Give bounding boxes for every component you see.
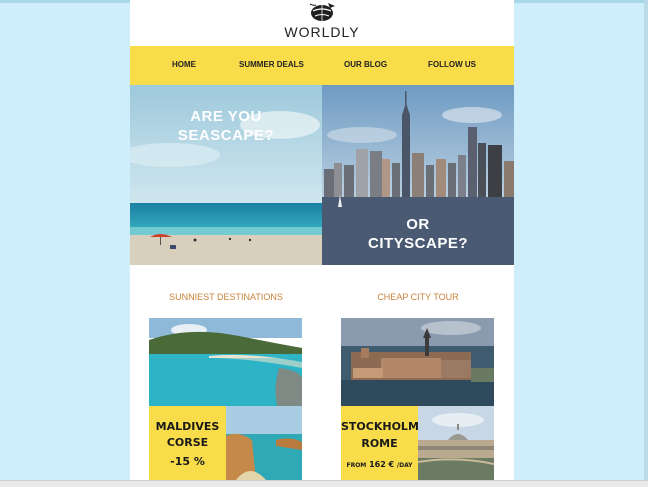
hero-seascape[interactable]: ARE YOU SEASCAPE?: [130, 85, 322, 265]
coastal-cliff-image: [226, 406, 302, 480]
window-right-edge: [644, 0, 648, 480]
card-sunniest-label: MALDIVES CORSE -15 %: [149, 406, 226, 480]
hero-seascape-line1: ARE YOU: [190, 108, 262, 125]
price-value: 162 €: [369, 460, 395, 469]
discount-value: -15 %: [170, 455, 205, 468]
price-line: FROM 162 € /DAY: [341, 460, 418, 469]
card-sunniest-destinations[interactable]: MALDIVES CORSE -15 %: [149, 318, 302, 480]
rome-image: [418, 406, 494, 480]
header: WORLDLY: [130, 0, 514, 46]
brand-name: WORLDLY: [284, 24, 360, 40]
email-newsletter: WORLDLY HOME SUMMER DEALS OUR BLOG FOLLO…: [130, 0, 514, 480]
window-bottom-bar: [0, 480, 648, 487]
city-rome: ROME: [361, 437, 398, 450]
destination-maldives: MALDIVES: [155, 420, 220, 433]
section-title-city-tour: CHEAP CITY TOUR: [377, 292, 459, 302]
price-suffix: /DAY: [396, 462, 413, 469]
card-city-tour-label: STOCKHOLM ROME FROM 162 € /DAY: [341, 406, 419, 480]
island-bay-image: [149, 318, 302, 406]
hero-seascape-line2: SEASCAPE?: [177, 127, 275, 144]
hero-cityscape[interactable]: OR CITYSCAPE?: [322, 85, 514, 265]
stockholm-image: [341, 318, 494, 406]
nav-home[interactable]: HOME: [172, 60, 196, 69]
nav-summer-deals[interactable]: SUMMER DEALS: [239, 60, 304, 69]
nav-our-blog[interactable]: OUR BLOG: [344, 60, 387, 69]
hero-cityscape-line1: OR: [406, 216, 430, 233]
city-stockholm: STOCKHOLM: [341, 420, 419, 433]
price-prefix: FROM: [346, 462, 367, 469]
hero-cityscape-line2: CITYSCAPE?: [367, 235, 468, 252]
main-nav: HOME SUMMER DEALS OUR BLOG FOLLOW US: [130, 46, 514, 85]
section-title-sunniest: SUNNIEST DESTINATIONS: [169, 292, 283, 302]
globe-logo-icon: [309, 3, 335, 21]
card-cheap-city-tour[interactable]: STOCKHOLM ROME FROM 162 € /DAY: [341, 318, 494, 480]
destination-corse: CORSE: [166, 436, 209, 449]
nav-follow-us[interactable]: FOLLOW US: [428, 60, 476, 69]
